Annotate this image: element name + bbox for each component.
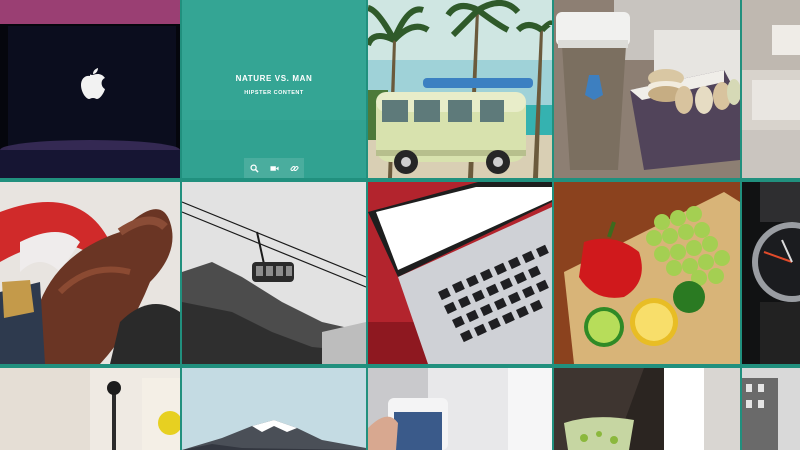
gallery-tile-coffee-macarons[interactable] <box>554 0 740 178</box>
gallery-tile-office-desk[interactable] <box>742 0 800 178</box>
iphone-hand-image <box>368 368 552 450</box>
featured-actions <box>244 158 304 178</box>
search-icon <box>249 163 259 173</box>
wristwatch-image <box>742 182 800 364</box>
gallery-tile-laptop-keyboard[interactable] <box>368 182 552 364</box>
featured-overlay: NATURE VS. MAN HIPSTER CONTENT <box>182 0 366 178</box>
gallery-tile-wristwatch[interactable] <box>742 182 800 364</box>
zoom-button[interactable] <box>244 158 264 178</box>
apple-laptop-image <box>0 0 180 178</box>
video-camera-icon <box>269 165 279 171</box>
surf-van-image <box>368 0 552 178</box>
featured-title: NATURE VS. MAN <box>235 74 313 83</box>
link-icon <box>290 165 298 171</box>
cable-car-image <box>182 182 366 364</box>
featured-subtitle: HIPSTER CONTENT <box>244 90 304 96</box>
coffee-macarons-image <box>554 0 740 178</box>
gallery-tile-pepper-grapes[interactable] <box>554 182 740 364</box>
video-button[interactable] <box>264 158 284 178</box>
image-gallery-grid: NATURE VS. MAN HIPSTER CONTENT <box>0 0 800 450</box>
gallery-tile-featured[interactable]: NATURE VS. MAN HIPSTER CONTENT <box>182 0 366 178</box>
gallery-tile-surf-van[interactable] <box>368 0 552 178</box>
gallery-tile-iphone-hand[interactable] <box>368 368 552 450</box>
gallery-tile-snowy-mountain[interactable] <box>182 368 366 450</box>
gallery-tile-drink-glass[interactable] <box>554 368 740 450</box>
link-button[interactable] <box>284 158 304 178</box>
gallery-tile-leather-glove[interactable] <box>0 182 180 364</box>
office-desk-image <box>742 0 800 178</box>
leather-glove-steering-image <box>0 182 180 364</box>
desk-microphone-image <box>0 368 180 450</box>
gallery-tile-cable-car[interactable] <box>182 182 366 364</box>
gallery-tile-building[interactable] <box>742 368 800 450</box>
snowy-mountain-image <box>182 368 366 450</box>
pepper-grapes-lemons-image <box>554 182 740 364</box>
building-image <box>742 368 800 450</box>
drink-glass-image <box>554 368 740 450</box>
gallery-tile-desk-microphone[interactable] <box>0 368 180 450</box>
laptop-keyboard-image <box>368 182 552 364</box>
gallery-tile-apple-laptop[interactable] <box>0 0 180 178</box>
